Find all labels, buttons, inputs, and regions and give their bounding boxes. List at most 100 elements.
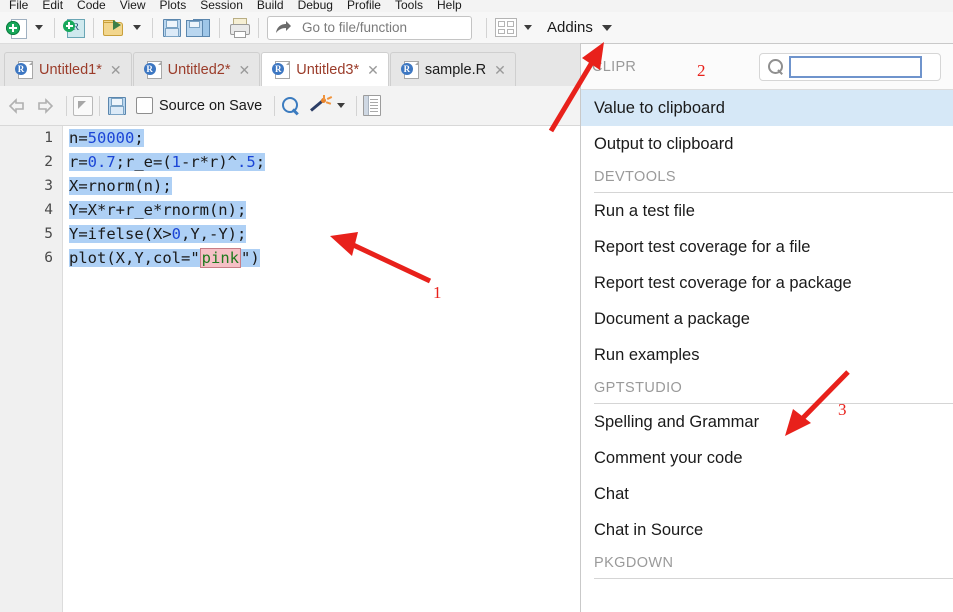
code-line-6: plot(X,Y,col=" pink "): [69, 248, 260, 268]
source-tab-bar: R Untitled1* ✕ R Untitled2* ✕ R Untitled…: [0, 44, 660, 86]
r-file-icon: R: [400, 60, 419, 79]
menu-edit-label: Edit: [42, 0, 64, 12]
show-in-new-window-icon[interactable]: [73, 95, 93, 116]
annotation-label-1: 1: [433, 283, 442, 302]
addins-group-clipr: CLIPR: [592, 58, 637, 75]
back-arrow-icon[interactable]: [8, 97, 30, 114]
source-tab-label: Untitled1*: [39, 61, 102, 78]
annotation-label-3: 3: [838, 400, 847, 419]
line-number: 1: [44, 130, 53, 146]
addins-item-spelling-and-grammar[interactable]: Spelling and Grammar: [581, 404, 953, 440]
save-icon: [161, 18, 181, 37]
source-tab-untitled1[interactable]: R Untitled1* ✕: [4, 52, 132, 86]
addins-item-run-a-test-file[interactable]: Run a test file: [581, 193, 953, 229]
find-replace-icon[interactable]: [281, 96, 301, 116]
source-tab-label: Untitled3*: [296, 61, 360, 78]
print-button[interactable]: [226, 15, 252, 41]
line-number: 4: [44, 202, 53, 218]
toolbar-divider: [219, 17, 220, 38]
addins-button[interactable]: Addins: [547, 19, 593, 36]
new-file-icon: [6, 18, 28, 39]
addins-item-document-a-package[interactable]: Document a package: [581, 301, 953, 337]
addins-dropdown-panel: CLIPR Value to clipboard Output to clipb…: [580, 43, 953, 612]
addins-item-run-examples[interactable]: Run examples: [581, 337, 953, 373]
toolbar-divider: [93, 17, 94, 38]
line-number: 3: [44, 178, 53, 194]
menu-plots-label: Plots: [159, 0, 187, 12]
goto-arrow-icon: [274, 20, 292, 36]
source-tab-untitled2[interactable]: R Untitled2* ✕: [132, 52, 261, 86]
code-tools-dropdown-icon[interactable]: [337, 103, 346, 108]
new-project-icon: [63, 18, 85, 38]
menu-help-label: Help: [437, 0, 462, 12]
source-tab-sample-r[interactable]: R sample.R ✕: [389, 52, 516, 86]
addins-search-box[interactable]: [759, 52, 941, 81]
close-icon[interactable]: ✕: [494, 63, 506, 77]
addins-item-comment-your-code[interactable]: Comment your code: [581, 440, 953, 476]
open-file-button[interactable]: [100, 15, 128, 41]
search-icon: [766, 57, 785, 76]
new-file-button[interactable]: [4, 15, 30, 41]
r-file-icon: R: [272, 60, 291, 79]
code-tools-icon[interactable]: [310, 94, 333, 116]
goto-file-placeholder: Go to file/function: [302, 20, 408, 35]
code-editor[interactable]: 1 2 3 4 5 6 n=50000; r=0.7;r_e=(1-r*r)^.…: [0, 126, 580, 612]
save-button[interactable]: [159, 15, 183, 41]
addins-item-chat-in-source[interactable]: Chat in Source: [581, 512, 953, 548]
menu-profile-label: Profile: [346, 0, 381, 12]
addins-item-chat[interactable]: Chat: [581, 476, 953, 512]
source-on-save-label: Source on Save: [159, 97, 263, 114]
pane-layout-dropdown-icon[interactable]: [524, 25, 532, 30]
annotation-label-2: 2: [697, 61, 706, 80]
goto-file-function-input[interactable]: Go to file/function: [267, 15, 472, 40]
addins-item-report-test-coverage-for-a-file[interactable]: Report test coverage for a file: [581, 229, 953, 265]
close-icon[interactable]: ✕: [367, 63, 379, 77]
addins-item-value-to-clipboard[interactable]: Value to clipboard: [581, 90, 953, 126]
new-file-dropdown-icon[interactable]: [35, 25, 43, 30]
code-line-3: X=rnorm(n);: [69, 177, 172, 195]
editor-toolbar: Source on Save: [0, 86, 580, 126]
toolbar-divider: [486, 17, 487, 38]
editor-toolbar-divider: [274, 95, 276, 116]
open-folder-icon: [102, 18, 126, 38]
code-line-1: n=50000;: [69, 129, 144, 147]
menu-build-label: Build: [256, 0, 284, 12]
new-project-button[interactable]: [61, 15, 87, 41]
main-toolbar: Go to file/function Addins: [0, 12, 953, 44]
code-line-4: Y=X*r+r_e*rnorm(n);: [69, 201, 247, 219]
source-tab-label: Untitled2*: [167, 61, 231, 78]
menu-debug-label: Debug: [297, 0, 333, 12]
addins-group-gptstudio: GPTSTUDIO: [594, 380, 683, 396]
toolbar-divider: [152, 17, 153, 38]
addins-item-output-to-clipboard[interactable]: Output to clipboard: [581, 126, 953, 162]
save-all-button[interactable]: [183, 15, 213, 41]
addins-panel-header: CLIPR: [581, 44, 953, 90]
addins-group-pkgdown: PKGDOWN: [594, 555, 674, 571]
code-line-5: Y=ifelse(X>0,Y,-Y);: [69, 225, 247, 243]
source-on-save-checkbox[interactable]: [136, 97, 153, 114]
toolbar-divider: [54, 17, 55, 38]
close-icon[interactable]: ✕: [238, 63, 250, 77]
r-file-icon: R: [15, 60, 33, 79]
pane-layout-button[interactable]: [493, 15, 519, 41]
addins-item-report-test-coverage-for-a-package[interactable]: Report test coverage for a package: [581, 265, 953, 301]
toolbar-divider: [258, 17, 259, 38]
source-tab-untitled3[interactable]: R Untitled3* ✕: [261, 52, 389, 86]
addins-group-devtools: DEVTOOLS: [594, 169, 676, 185]
document-outline-icon[interactable]: [363, 95, 382, 116]
save-icon[interactable]: [106, 96, 126, 115]
rstudio-window: File Edit Code View Plots Session Build …: [0, 0, 953, 612]
forward-arrow-icon[interactable]: [32, 97, 54, 114]
open-recent-dropdown-icon[interactable]: [133, 25, 141, 30]
code-text-area[interactable]: n=50000; r=0.7;r_e=(1-r*r)^.5; X=rnorm(n…: [64, 126, 580, 612]
addins-dropdown-icon[interactable]: [601, 24, 612, 31]
menu-file-label: File: [9, 0, 29, 12]
menu-view-label: View: [119, 0, 146, 12]
addins-search-input[interactable]: [789, 55, 922, 78]
menu-tools-label: Tools: [394, 0, 423, 12]
close-icon[interactable]: ✕: [110, 63, 122, 77]
save-all-icon: [185, 18, 211, 37]
line-number-gutter: 1 2 3 4 5 6: [0, 126, 63, 612]
r-file-icon: R: [143, 60, 162, 79]
source-tab-label: sample.R: [424, 61, 487, 78]
